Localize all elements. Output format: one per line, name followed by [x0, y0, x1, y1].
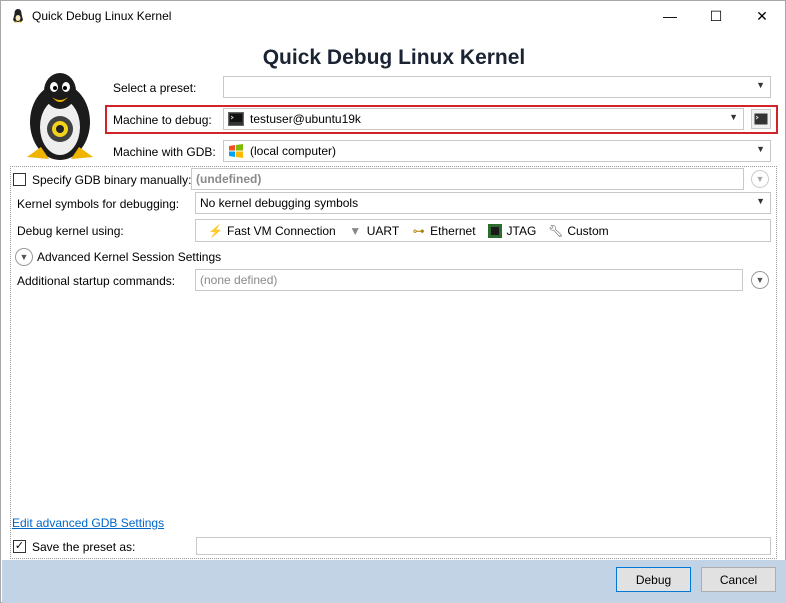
machine-dropdown[interactable]: testuser@ubuntu19k ▼ [223, 108, 744, 130]
option-label: UART [366, 223, 400, 238]
chip-icon [488, 223, 503, 238]
maximize-button[interactable]: ☐ [693, 1, 739, 31]
gdb-machine-dropdown[interactable]: (local computer) ▼ [223, 140, 771, 162]
option-label: Fast VM Connection [227, 223, 336, 238]
gdb-binary-field: (undefined) [191, 168, 744, 190]
tux-penguin-logo [27, 73, 93, 160]
advanced-session-label[interactable]: Advanced Kernel Session Settings [37, 250, 221, 264]
preset-dropdown[interactable]: ▼ [223, 76, 771, 98]
startup-expand-button[interactable]: ▼ [751, 271, 769, 289]
option-uart[interactable]: ▼ UART [348, 223, 399, 238]
symbols-value: No kernel debugging symbols [200, 196, 359, 210]
option-ethernet[interactable]: ⊶ Ethernet [411, 223, 476, 238]
gdb-machine-value: (local computer) [250, 144, 337, 158]
close-button[interactable]: ✕ [739, 1, 785, 31]
gdb-machine-label: Machine with GDB: [113, 145, 216, 159]
option-label: JTAG [506, 223, 537, 238]
gdb-binary-label: Specify GDB binary manually: [32, 173, 192, 187]
save-preset-checkbox[interactable]: ✓ [13, 540, 26, 553]
page-title: Quick Debug Linux Kernel [262, 46, 526, 69]
gdb-binary-checkbox[interactable] [13, 173, 26, 186]
save-preset-input[interactable] [196, 537, 771, 555]
advanced-session-expand-button[interactable]: ▼ [15, 248, 33, 266]
cancel-button[interactable]: Cancel [701, 567, 776, 592]
chevron-down-icon: ▼ [755, 174, 765, 184]
chevron-down-icon: ▼ [755, 275, 765, 285]
dialog-window: Quick Debug Linux Kernel — ☐ ✕ Quick Deb… [0, 0, 786, 603]
symbols-dropdown[interactable]: No kernel debugging symbols ▼ [195, 192, 771, 214]
edit-advanced-gdb-link[interactable]: Edit advanced GDB Settings [12, 516, 164, 530]
save-preset-label: Save the preset as: [32, 540, 136, 554]
uart-icon: ▼ [349, 223, 362, 238]
wrench-icon: 🔧︎ [548, 223, 564, 238]
terminal-icon [228, 112, 244, 126]
ethernet-icon: ⊶ [412, 223, 425, 238]
option-label: Custom [567, 223, 609, 238]
minimize-button[interactable]: — [647, 1, 693, 31]
penguin-app-icon [13, 9, 23, 23]
startup-field: (none defined) [195, 269, 743, 291]
debug-button[interactable]: Debug [616, 567, 691, 592]
option-label: Ethernet [430, 223, 476, 238]
chevron-down-icon: ▼ [729, 112, 738, 122]
connection-type-bar: ⚡ Fast VM Connection ▼ UART ⊶ Ethernet J… [195, 219, 771, 242]
window-title: Quick Debug Linux Kernel [32, 9, 172, 23]
symbols-label: Kernel symbols for debugging: [17, 197, 180, 211]
machine-label: Machine to debug: [113, 113, 212, 127]
terminal-icon [754, 113, 768, 125]
gdb-binary-value: (undefined) [196, 172, 262, 186]
chevron-down-icon: ▼ [756, 80, 765, 90]
preset-label: Select a preset: [113, 81, 197, 95]
chevron-down-icon: ▼ [756, 144, 765, 154]
windows-logo-icon [229, 144, 243, 158]
option-jtag[interactable]: JTAG [488, 223, 537, 238]
debug-using-label: Debug kernel using: [17, 224, 124, 238]
option-custom[interactable]: 🔧︎ Custom [548, 223, 608, 238]
option-fast-vm[interactable]: ⚡ Fast VM Connection [208, 223, 336, 238]
startup-label: Additional startup commands: [17, 274, 176, 288]
gdb-binary-expand-button[interactable]: ▼ [751, 170, 769, 188]
chevron-down-icon: ▼ [19, 252, 29, 262]
lightning-icon: ⚡ [208, 223, 223, 238]
machine-value: testuser@ubuntu19k [250, 112, 361, 126]
chevron-down-icon: ▼ [756, 196, 765, 206]
title-bar: Quick Debug Linux Kernel — ☐ ✕ [1, 1, 785, 31]
startup-value: (none defined) [200, 273, 278, 287]
open-terminal-button[interactable] [751, 109, 771, 129]
